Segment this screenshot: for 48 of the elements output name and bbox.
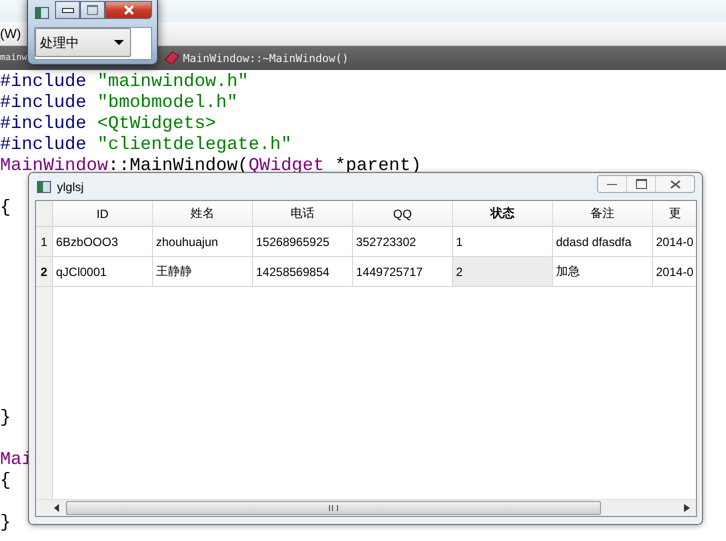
table-cell[interactable]: 2 (453, 257, 553, 287)
column-header[interactable]: 备注 (553, 201, 653, 227)
column-header[interactable]: QQ (353, 201, 453, 227)
code-line: } (0, 408, 11, 429)
horizontal-scrollbar[interactable] (36, 499, 696, 516)
minimize-button[interactable] (55, 1, 80, 19)
maximize-icon (87, 5, 98, 15)
app-icon (37, 180, 51, 192)
code-line: { (0, 198, 11, 219)
table-cell[interactable]: 2014-0 (653, 257, 696, 287)
column-header[interactable]: 状态 (453, 201, 553, 227)
close-icon (670, 180, 680, 188)
code-line: } (0, 513, 11, 534)
code-line: #include <QtWidgets> (0, 114, 216, 135)
table-cell[interactable]: 王静静 (153, 257, 253, 287)
table-cell[interactable]: 6BzbOOO3 (53, 227, 153, 257)
code-line: #include "bmobmodel.h" (0, 93, 238, 114)
function-selector[interactable]: MainWindow::~MainWindow() (183, 52, 349, 64)
code-line: MainWindow::MainWindow(QWidget *parent) (0, 156, 422, 177)
window-title: ylglsj (57, 180, 84, 194)
column-header[interactable]: 电话 (253, 201, 353, 227)
app-icon (35, 7, 49, 19)
table-cell[interactable]: 2014-0 (653, 227, 696, 257)
minimize-icon (62, 8, 74, 12)
code-line: #include "clientdelegate.h" (0, 135, 292, 156)
scroll-right-icon[interactable] (684, 504, 690, 512)
table-cell[interactable]: zhouhuajun (153, 227, 253, 257)
code-line: #include "mainwindow.h" (0, 72, 248, 93)
row-header[interactable]: 2 (36, 257, 53, 287)
column-header[interactable]: 姓名 (153, 201, 253, 227)
code-line: { (0, 471, 11, 492)
scrollbar-thumb[interactable] (66, 501, 601, 515)
table-cell[interactable]: ddasd dfasdfa (553, 227, 653, 257)
table-cell[interactable]: 15268965925 (253, 227, 353, 257)
table-cell[interactable]: 352723302 (353, 227, 453, 257)
row-header[interactable]: 1 (36, 227, 53, 257)
close-icon (122, 5, 134, 15)
maximize-icon (636, 179, 646, 189)
function-icon (164, 51, 180, 65)
maximize-button[interactable] (80, 1, 105, 19)
scroll-left-icon[interactable] (54, 504, 60, 512)
status-dropdown[interactable]: 处理中 (35, 28, 131, 57)
close-button[interactable] (105, 1, 152, 19)
table-cell[interactable]: 14258569854 (253, 257, 353, 287)
column-header[interactable]: ID (53, 201, 153, 227)
menu-item[interactable]: (W) (0, 26, 21, 41)
table-cell[interactable]: qJCl0001 (53, 257, 153, 287)
table-cell[interactable]: 加急 (553, 257, 653, 287)
